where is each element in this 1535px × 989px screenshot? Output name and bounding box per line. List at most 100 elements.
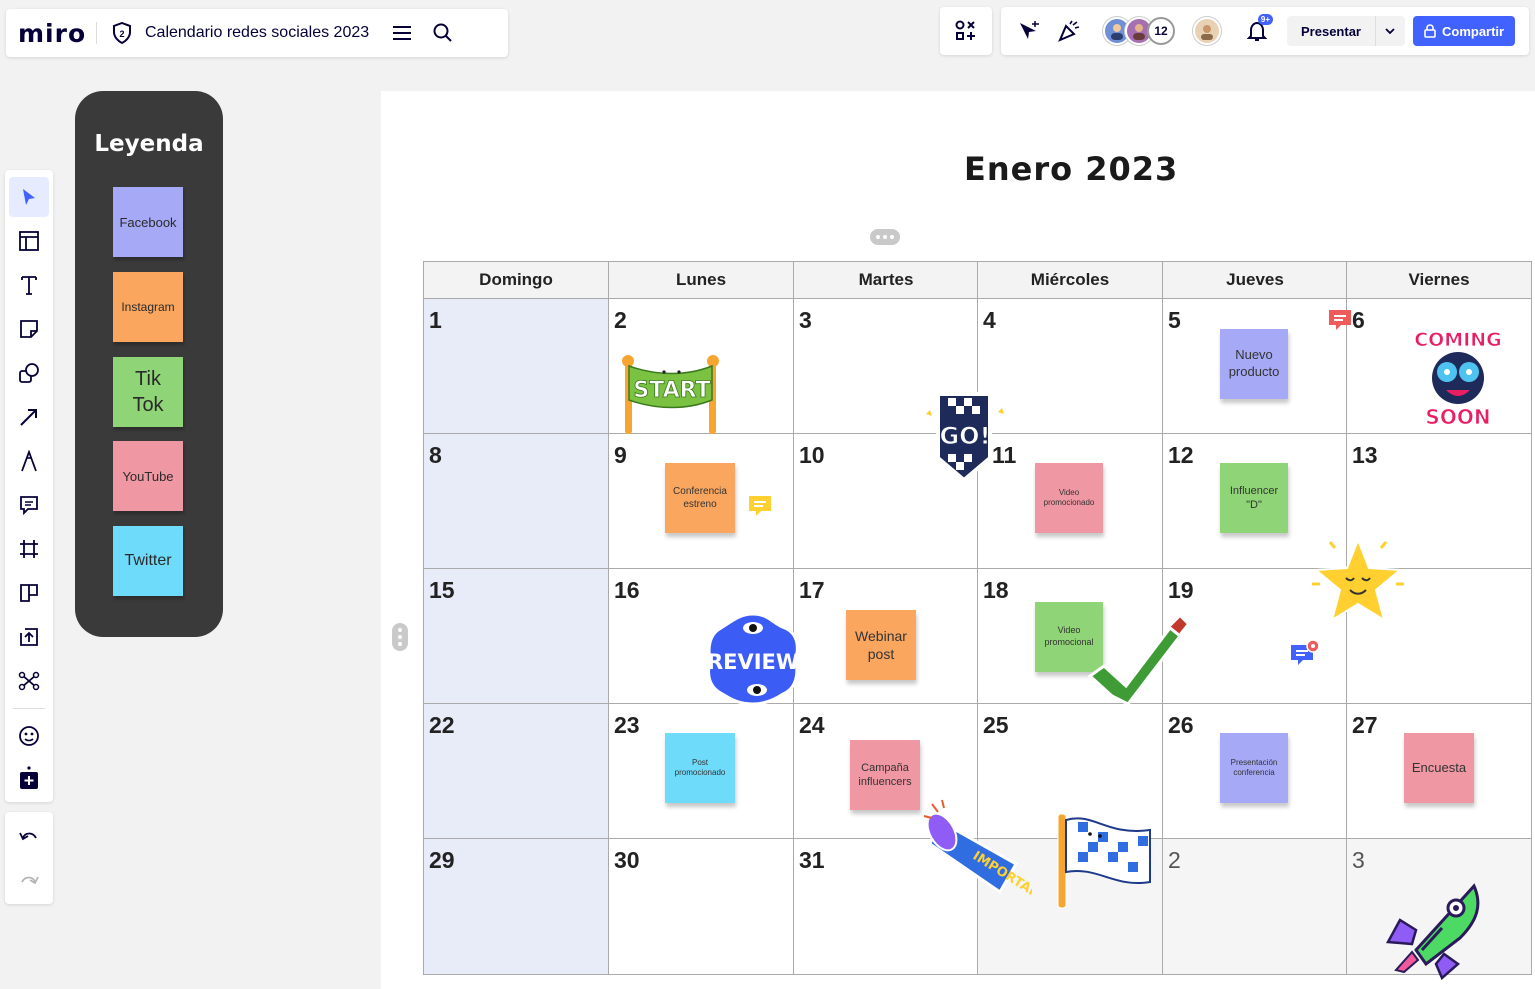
sticker-tool[interactable] — [9, 716, 49, 756]
day-cell[interactable]: 29 — [423, 838, 609, 975]
redo-button[interactable] — [9, 860, 49, 900]
go-sticker-text: GO! — [939, 422, 990, 450]
select-tool[interactable] — [9, 177, 49, 217]
history-toolbar — [5, 812, 53, 904]
toolbar-divider — [13, 708, 45, 709]
shapes-tool[interactable] — [9, 353, 49, 393]
weekday-header: Viernes — [1346, 261, 1532, 299]
shapes-icon — [19, 363, 39, 383]
sticky-note-influencer-d[interactable]: Influencer "D" — [1220, 463, 1288, 533]
comment-marker-icon[interactable] — [748, 495, 772, 522]
resize-handle[interactable] — [392, 623, 408, 651]
apps-icon — [955, 20, 975, 40]
text-icon — [21, 276, 37, 295]
collaborators[interactable]: 12 — [1103, 17, 1175, 45]
day-number: 16 — [614, 577, 640, 603]
header-divider — [96, 22, 97, 44]
sticky-note-tool[interactable] — [9, 309, 49, 349]
day-number: 26 — [1168, 712, 1194, 738]
legend-facebook-note[interactable]: Facebook — [113, 187, 183, 257]
select-icon — [23, 189, 35, 205]
day-number: 6 — [1352, 307, 1365, 333]
comment-marker-icon[interactable] — [1290, 638, 1322, 673]
arrow-tool[interactable] — [9, 397, 49, 437]
chevron-down-icon[interactable] — [1374, 16, 1405, 46]
templates-tool[interactable] — [9, 221, 49, 261]
rocket-sticker[interactable] — [1382, 880, 1486, 985]
plan-shield-icon[interactable]: 2 — [111, 22, 133, 44]
day-number: 23 — [614, 712, 640, 738]
text-tool[interactable] — [9, 265, 49, 305]
important-megaphone-sticker[interactable]: IMPORTANT — [920, 798, 1050, 907]
legend-tiktok-note[interactable]: Tik Tok — [113, 357, 183, 427]
legend-panel[interactable]: Leyenda Facebook Instagram Tik Tok YouTu… — [75, 91, 223, 637]
start-banner-sticker[interactable]: START — [617, 352, 727, 441]
day-number: 4 — [983, 307, 996, 333]
day-number: 19 — [1168, 577, 1194, 603]
frame-icon — [20, 540, 38, 558]
go-flag-sticker[interactable]: GO! — [920, 388, 1016, 493]
upload-icon — [20, 628, 38, 646]
frame-tool[interactable] — [9, 529, 49, 569]
board-title[interactable]: Calendario redes sociales 2023 — [145, 24, 369, 42]
share-button[interactable]: Compartir — [1412, 16, 1516, 46]
share-label: Compartir — [1441, 23, 1505, 39]
card-tool[interactable] — [9, 573, 49, 613]
notifications-bell-icon[interactable]: 9+ — [1237, 11, 1277, 51]
day-number: 2 — [1168, 847, 1181, 873]
checkmark-sticker[interactable] — [1084, 612, 1196, 715]
user-avatar[interactable] — [1193, 17, 1221, 45]
day-cell[interactable]: 15 — [423, 568, 609, 704]
day-number: 9 — [614, 442, 627, 468]
search-icon[interactable] — [423, 13, 463, 53]
sticky-note-presentacion-conferencia[interactable]: Presentación conferencia — [1220, 733, 1288, 803]
more-apps-tool[interactable] — [9, 661, 49, 701]
finish-flag-sticker[interactable] — [1054, 806, 1154, 915]
coming-soon-sticker[interactable]: COMING SOON — [1410, 320, 1506, 437]
upload-tool[interactable] — [9, 617, 49, 657]
add-tool[interactable] — [9, 758, 49, 798]
sticky-note-conferencia-estreno[interactable]: Conferencia estreno — [665, 463, 735, 533]
legend-instagram-note[interactable]: Instagram — [113, 272, 183, 342]
coming-sticker-text: COMING — [1414, 329, 1502, 351]
menu-icon[interactable] — [383, 13, 423, 53]
pen-tool[interactable] — [9, 441, 49, 481]
add-icon — [20, 766, 38, 789]
sticky-note-webinar-post[interactable]: Webinar post — [846, 610, 916, 680]
legend-youtube-note[interactable]: YouTube — [113, 441, 183, 511]
happy-star-sticker[interactable] — [1308, 534, 1408, 635]
day-cell[interactable]: 2 — [1162, 838, 1348, 975]
day-number: 1 — [429, 307, 442, 333]
collaborator-count[interactable]: 12 — [1147, 17, 1175, 45]
day-cell[interactable]: 1 — [423, 298, 609, 434]
sticky-note-nuevo-producto[interactable]: Nuevo producto — [1220, 329, 1288, 399]
board-header: miro 2 Calendario redes sociales 2023 — [6, 9, 508, 57]
redo-icon — [21, 876, 39, 885]
undo-button[interactable] — [9, 816, 49, 856]
day-cell[interactable]: 30 — [608, 838, 794, 975]
day-number: 31 — [799, 847, 825, 873]
day-number: 2 — [614, 307, 627, 333]
miro-logo[interactable]: miro — [6, 19, 96, 48]
comment-tool[interactable] — [9, 485, 49, 525]
collaboration-bar: 12 9+ Presentar Compartir — [1001, 7, 1529, 55]
sticky-note-video-promocionado[interactable]: Video promocionado — [1035, 463, 1103, 533]
present-button[interactable]: Presentar — [1287, 16, 1405, 46]
day-cell[interactable]: 8 — [423, 433, 609, 569]
start-sticker-text: START — [633, 378, 710, 403]
calendar-title[interactable]: Enero 2023 — [964, 150, 1178, 188]
sticky-note-icon — [20, 320, 38, 338]
sticky-note-encuesta[interactable]: Encuesta — [1404, 733, 1474, 803]
sticker-icon — [19, 726, 39, 746]
apps-button[interactable] — [940, 7, 992, 55]
legend-twitter-note[interactable]: Twitter — [113, 526, 183, 596]
review-sticker[interactable]: REVIEW — [703, 610, 803, 713]
day-number: 27 — [1352, 712, 1378, 738]
more-options-handle[interactable] — [870, 229, 900, 245]
sticky-note-post-promocionado[interactable]: Post promocionado — [665, 733, 735, 803]
celebrate-icon[interactable] — [1049, 11, 1089, 51]
sticky-note-campana-influencers[interactable]: Campaña influencers — [850, 740, 920, 810]
cursor-follow-icon[interactable] — [1009, 11, 1049, 51]
day-cell[interactable]: 22 — [423, 703, 609, 839]
comment-marker-icon[interactable] — [1328, 309, 1352, 336]
